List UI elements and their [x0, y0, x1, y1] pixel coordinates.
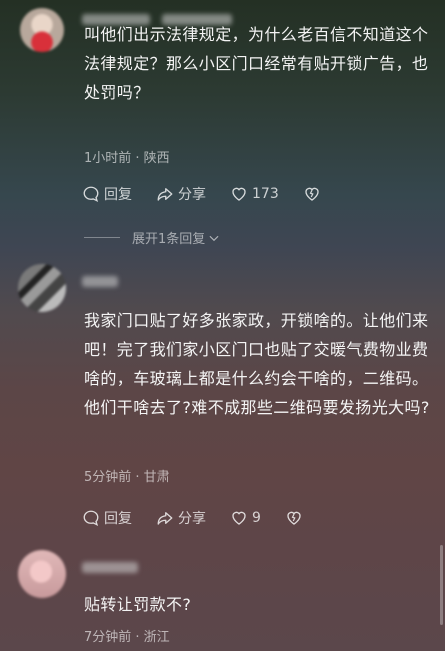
- share-label: 分享: [178, 511, 206, 527]
- avatar[interactable]: [18, 264, 66, 312]
- comment-actions: 回复 分享 173: [82, 184, 345, 204]
- comment-meta: 7分钟前 · 浙江: [84, 630, 170, 645]
- comment-meta: 5分钟前 · 甘肃: [84, 470, 170, 485]
- speech-bubble-icon: [83, 510, 99, 527]
- username-blurred[interactable]: [82, 276, 118, 287]
- comment-text: 贴转让罚款不?: [84, 595, 192, 614]
- share-label: 分享: [178, 187, 206, 203]
- like-count: 9: [252, 510, 261, 526]
- like-button[interactable]: 9: [230, 509, 261, 527]
- heart-icon: [232, 511, 246, 525]
- share-arrow-icon: [157, 512, 173, 525]
- like-count: 173: [252, 186, 279, 202]
- reply-button[interactable]: 回复: [82, 184, 132, 204]
- scrollbar[interactable]: [440, 545, 443, 625]
- broken-heart-icon: [305, 187, 319, 201]
- dislike-button[interactable]: [303, 185, 321, 203]
- avatar[interactable]: [20, 8, 64, 52]
- comment-text: 叫他们出示法律规定，为什么老百信不知道这个法律规定？那么小区门口经常有贴开锁广告…: [84, 25, 429, 102]
- reply-label: 回复: [104, 187, 132, 203]
- dislike-button[interactable]: [285, 509, 303, 527]
- avatar[interactable]: [18, 550, 66, 598]
- like-button[interactable]: 173: [230, 185, 279, 203]
- speech-bubble-icon: [83, 186, 99, 203]
- expand-label: 展开1条回复: [132, 232, 206, 247]
- expand-replies-button[interactable]: 展开1条回复: [84, 228, 221, 247]
- share-button[interactable]: 分享: [156, 508, 206, 528]
- reply-label: 回复: [104, 511, 132, 527]
- chevron-down-icon: [209, 235, 219, 241]
- comment-meta: 1小时前 · 陕西: [84, 151, 170, 166]
- share-button[interactable]: 分享: [156, 184, 206, 204]
- comment-text: 我家门口贴了好多张家政，开锁啥的。让他们来吧！完了我们家小区门口也贴了交暖气费物…: [84, 311, 430, 417]
- broken-heart-icon: [287, 511, 301, 525]
- heart-icon: [232, 187, 246, 201]
- comment-actions: 回复 分享 9: [82, 508, 327, 528]
- share-arrow-icon: [157, 188, 173, 201]
- username-blurred[interactable]: [82, 562, 138, 573]
- expand-divider: [84, 237, 120, 238]
- reply-button[interactable]: 回复: [82, 508, 132, 528]
